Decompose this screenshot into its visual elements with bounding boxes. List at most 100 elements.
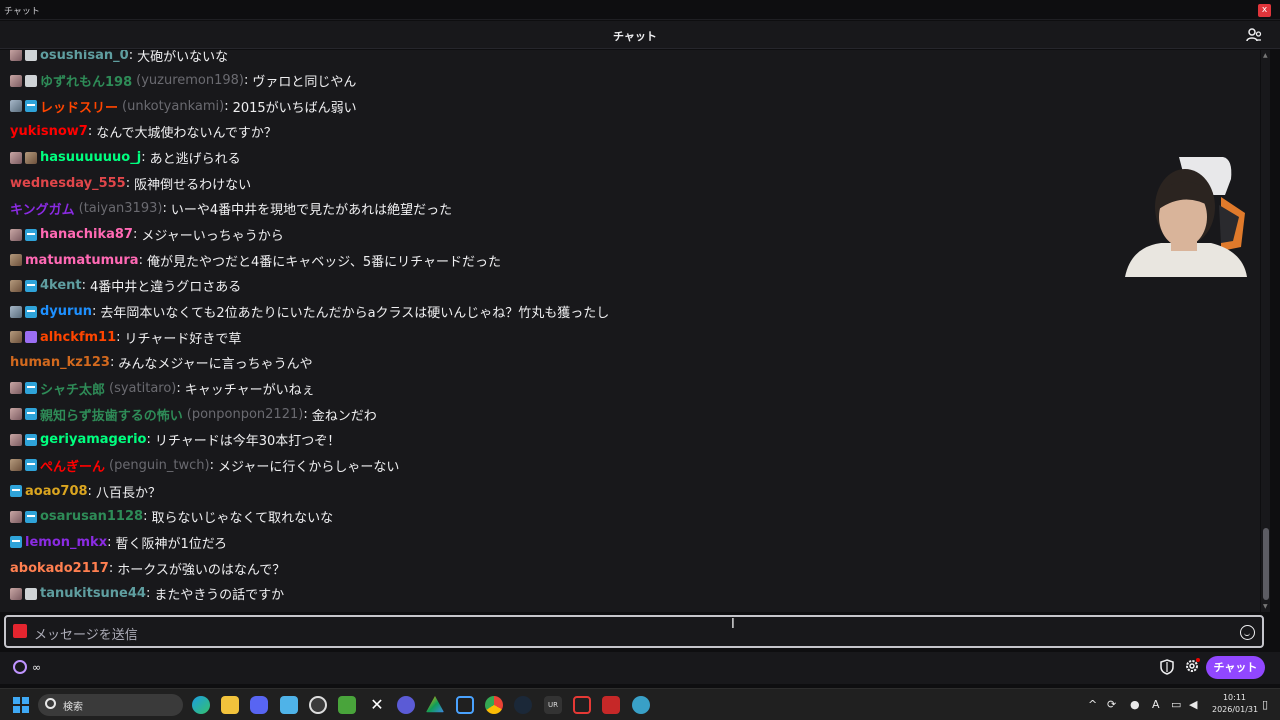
chat-badge-icon[interactable] xyxy=(25,587,37,600)
notepad-app-icon[interactable] xyxy=(280,696,298,714)
chat-username[interactable]: abokado2117 xyxy=(10,561,109,576)
chat-username[interactable]: シャチ太郎 xyxy=(40,379,105,398)
chat-username[interactable]: ぺんぎーん xyxy=(40,456,105,475)
red-app-icon[interactable] xyxy=(602,696,620,714)
chat-badge-icon[interactable] xyxy=(10,74,22,87)
chat-username[interactable]: geriyamagerio xyxy=(40,432,146,447)
chat-badge-icon[interactable] xyxy=(25,382,37,395)
chat-message[interactable]: human_kz123: みんなメジャーに言っちゃうんや xyxy=(10,352,313,374)
chat-send-button[interactable]: チャット xyxy=(1206,656,1265,679)
chat-username[interactable]: lemon_mkx xyxy=(25,535,107,550)
blocked-app-icon[interactable] xyxy=(573,696,591,714)
chat-badge-icon[interactable] xyxy=(10,536,22,549)
ur-app-icon[interactable]: UR xyxy=(544,696,562,714)
chat-message[interactable]: aoao708: 八百長か？ xyxy=(10,480,161,502)
obs-app-icon[interactable] xyxy=(309,696,327,714)
chat-message[interactable]: osarusan1128: 取らないじゃなくて取れないな xyxy=(10,506,333,528)
chat-badge-icon[interactable] xyxy=(10,331,22,344)
chat-username[interactable]: hasuuuuuuo_j xyxy=(40,150,141,165)
chat-message[interactable]: ゆずれもん198 (yuzuremon198): ヴァロと同じやん xyxy=(10,70,356,92)
chat-badge-icon[interactable] xyxy=(10,100,22,113)
chat-badge-icon[interactable] xyxy=(10,485,22,498)
chat-badge-icon[interactable] xyxy=(10,382,22,395)
chat-message[interactable]: wednesday_555: 阪神倒せるわけない xyxy=(10,172,251,194)
volume-icon[interactable]: ◀ xyxy=(1189,698,1197,711)
chat-badge-icon[interactable] xyxy=(10,254,22,267)
chrome-app-icon[interactable] xyxy=(485,696,503,714)
chat-badge-icon[interactable] xyxy=(10,50,22,61)
chat-badge-icon[interactable] xyxy=(10,305,22,318)
chat-badge-icon[interactable] xyxy=(10,459,22,472)
chat-message[interactable]: matumatumura: 俺が見たやつだと4番にキャベッジ、5番にリチャードだっ… xyxy=(10,249,501,271)
chat-message[interactable]: hasuuuuuuo_j: あと逃げられる xyxy=(10,147,241,169)
chat-badge-icon[interactable] xyxy=(25,151,37,164)
chat-message[interactable]: geriyamagerio: リチャードは今年30本打つぞ！ xyxy=(10,429,340,451)
scrollbar-thumb[interactable] xyxy=(1263,528,1269,600)
tray-chevron-icon[interactable]: ^ xyxy=(1088,698,1097,711)
chat-badge-icon[interactable] xyxy=(25,459,37,472)
chat-badge-icon[interactable] xyxy=(25,408,37,421)
chat-username[interactable]: yukisnow7 xyxy=(10,124,88,139)
chat-message[interactable]: シャチ太郎 (syatitaro): キャッチャーがいねぇ xyxy=(10,377,315,399)
chat-badge-icon[interactable] xyxy=(25,228,37,241)
close-button[interactable]: x xyxy=(1258,4,1271,17)
chat-scrollbar[interactable]: ▲ ▼ xyxy=(1261,50,1270,612)
chat-message[interactable]: yukisnow7: なんで大城使わないんですか？ xyxy=(10,121,277,143)
gear-icon[interactable] xyxy=(1184,658,1200,674)
microphone-icon[interactable]: ● xyxy=(1130,698,1140,711)
chat-badge-icon[interactable] xyxy=(25,74,37,87)
chat-message[interactable]: tanukitsune44: またやきうの話ですか xyxy=(10,583,284,605)
taskbar-search[interactable]: 検索 xyxy=(38,694,183,716)
camera-icon[interactable] xyxy=(13,624,27,638)
taskbar-clock[interactable]: 10:11 2026/01/31 xyxy=(1212,692,1258,716)
chat-badge-icon[interactable] xyxy=(10,510,22,523)
chat-message[interactable]: lemon_mkx: 暫く阪神が1位だろ xyxy=(10,531,227,553)
chat-badge-icon[interactable] xyxy=(10,228,22,241)
discord-app-icon[interactable] xyxy=(250,696,268,714)
notification-icon[interactable]: ▯ xyxy=(1262,698,1268,711)
chat-username[interactable]: matumatumura xyxy=(25,253,139,268)
scroll-down-arrow-icon[interactable]: ▼ xyxy=(1263,603,1268,610)
minecraft-app-icon[interactable] xyxy=(338,696,356,714)
chat-badge-icon[interactable] xyxy=(10,151,22,164)
chat-username[interactable]: osushisan_0 xyxy=(40,50,129,63)
chat-badge-icon[interactable] xyxy=(10,433,22,446)
steam-app-icon[interactable] xyxy=(514,696,532,714)
chat-username[interactable]: hanachika87 xyxy=(40,227,133,242)
sync-icon[interactable]: ⟳ xyxy=(1107,698,1116,711)
controller-app-icon[interactable] xyxy=(397,696,415,714)
chat-message[interactable]: alhckfm11: リチャード好きで草 xyxy=(10,326,241,348)
chat-message[interactable]: hanachika87: メジャーいっちゃうから xyxy=(10,224,284,246)
chat-message-list[interactable]: osushisan_0: 大砲がいないなゆずれもん198 (yuzuremon198… xyxy=(0,50,1260,612)
chat-badge-icon[interactable] xyxy=(25,510,37,523)
chat-message[interactable]: レッドスリー (unkotyankami):2015がいちばん弱い xyxy=(10,95,357,117)
file-explorer-icon[interactable] xyxy=(221,696,239,714)
chat-badge-icon[interactable] xyxy=(25,433,37,446)
chat-message[interactable]: osushisan_0: 大砲がいないな xyxy=(10,50,228,66)
chat-username[interactable]: alhckfm11 xyxy=(40,330,116,345)
chat-username[interactable]: 4kent xyxy=(40,278,82,293)
chat-badge-icon[interactable] xyxy=(25,331,37,344)
chat-badge-icon[interactable] xyxy=(25,100,37,113)
chat-message[interactable]: abokado2117: ホークスが強いのはなんで？ xyxy=(10,557,285,579)
chat-username[interactable]: キングガム xyxy=(10,199,75,218)
chat-username[interactable]: 親知らず抜歯するの怖い xyxy=(40,405,183,424)
community-users-icon[interactable] xyxy=(1246,27,1262,43)
edge-app-icon[interactable] xyxy=(192,696,210,714)
drive-app-icon[interactable] xyxy=(426,696,444,713)
ime-indicator[interactable]: A xyxy=(1152,698,1160,711)
chat-badge-icon[interactable] xyxy=(10,587,22,600)
chat-username[interactable]: wednesday_555 xyxy=(10,176,126,191)
monitor-app-icon[interactable] xyxy=(456,696,474,714)
chat-badge-icon[interactable] xyxy=(25,305,37,318)
chat-message[interactable]: dyurun: 去年岡本いなくても2位あたりにいたんだからaクラスは硬いんじゃね？… xyxy=(10,301,609,323)
channel-points-icon[interactable] xyxy=(13,660,27,674)
chat-badge-icon[interactable] xyxy=(10,408,22,421)
chat-username[interactable]: osarusan1128 xyxy=(40,509,143,524)
chat-badge-icon[interactable] xyxy=(10,279,22,292)
shield-icon[interactable] xyxy=(1160,659,1174,675)
channel-points[interactable]: ∞ xyxy=(13,660,41,674)
chat-message[interactable]: ぺんぎーん (penguin_twch): メジャーに行くからしゃーない xyxy=(10,454,399,476)
chat-username[interactable]: tanukitsune44 xyxy=(40,586,146,601)
chat-message[interactable]: 4kent:4番中井と違うグロさある xyxy=(10,275,241,297)
